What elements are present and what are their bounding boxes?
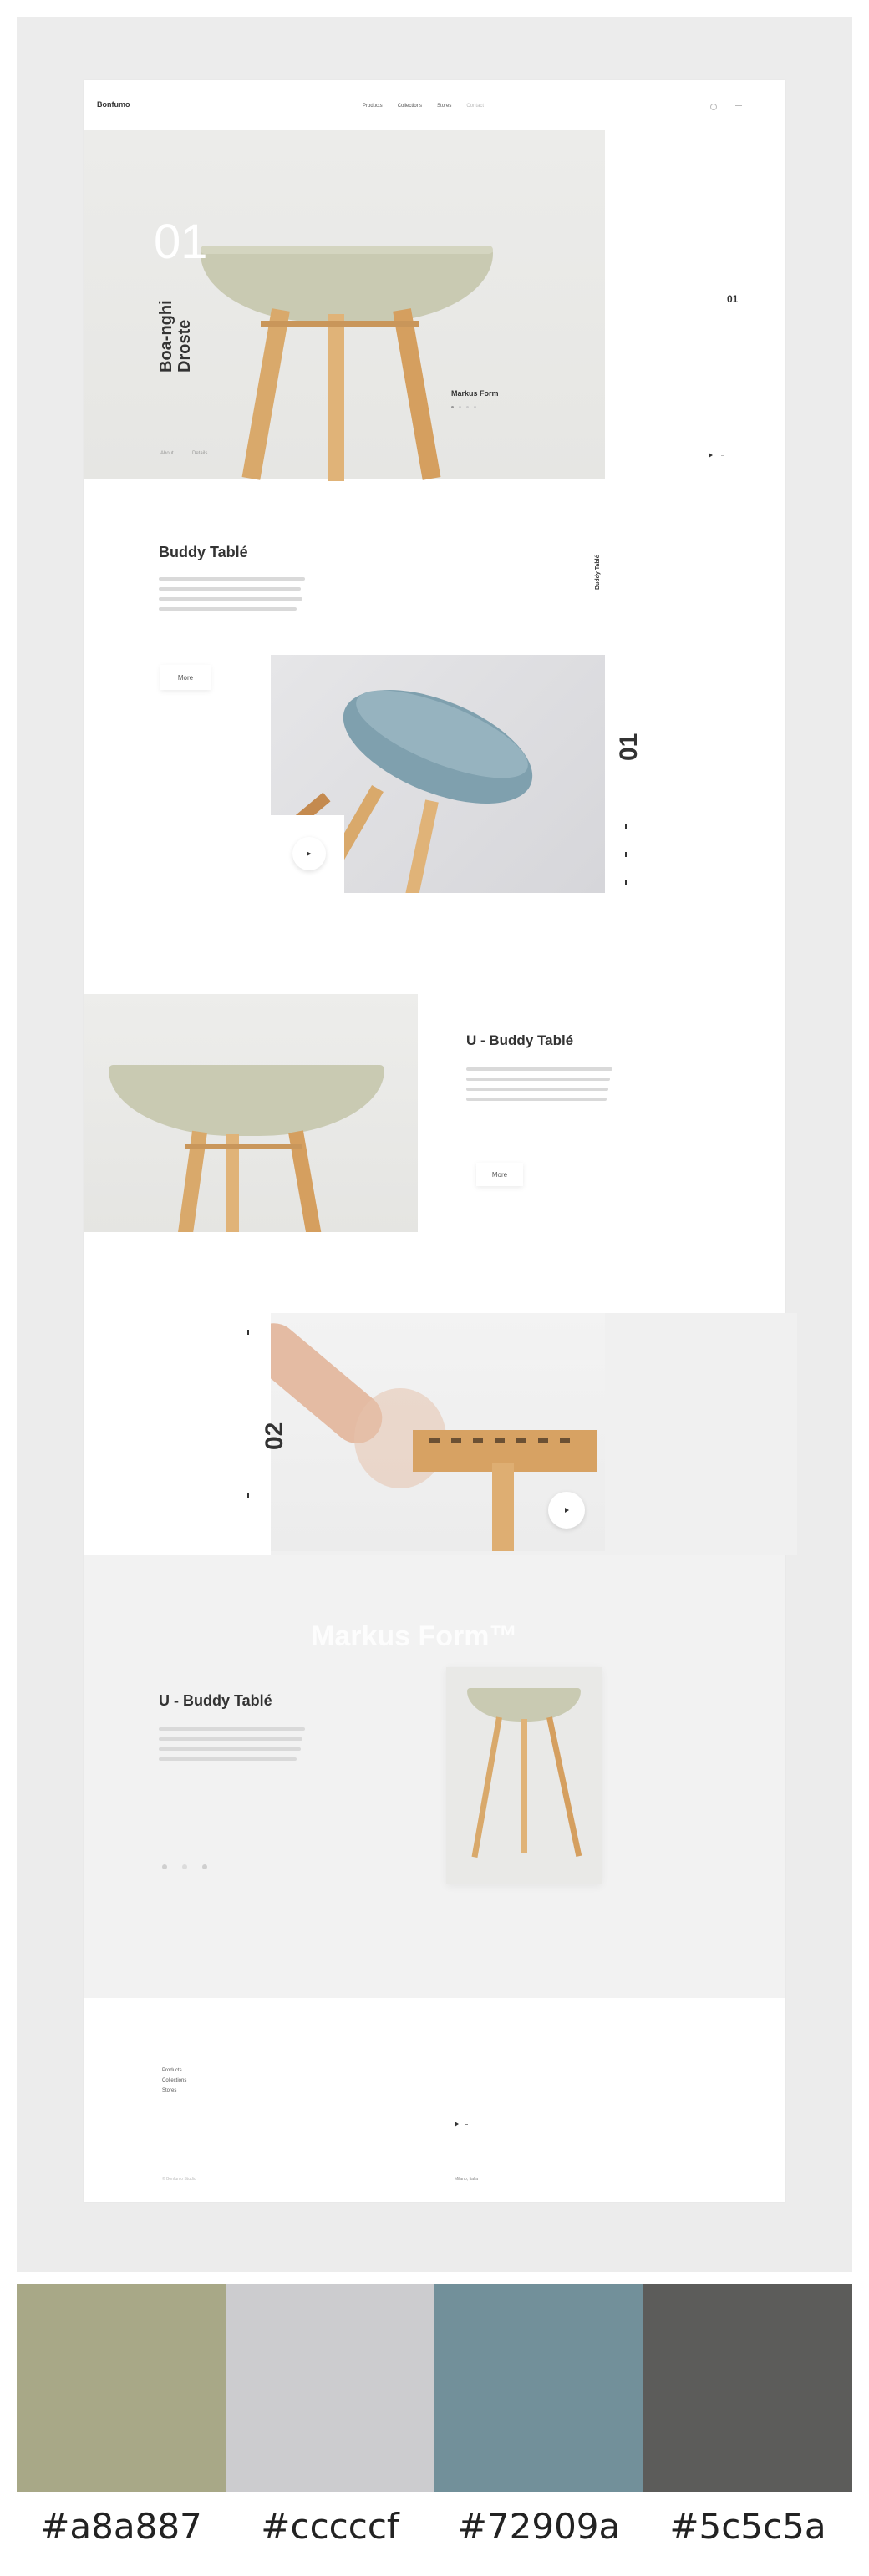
palette-label-1: #a8a887: [40, 2506, 202, 2547]
hero-number: 01: [154, 215, 208, 269]
hero-designer: Markus Form: [451, 389, 499, 398]
hero-caption-left[interactable]: About: [160, 451, 174, 456]
arrow-down-icon[interactable]: [247, 1493, 249, 1498]
palette-swatch-1: [17, 2284, 226, 2492]
hero-image: 01 Boa-nghi Droste Markus Form About Det…: [84, 130, 605, 481]
palette-label-2: #cccccf: [261, 2506, 399, 2547]
section1-play-button[interactable]: ▶: [292, 837, 326, 870]
palette-label-4: #5c5c5a: [669, 2506, 826, 2547]
section1-title: Buddy Tablé: [159, 544, 248, 560]
section1-side-number: 01: [615, 733, 643, 761]
section4-title: U - Buddy Tablé: [159, 1692, 272, 1709]
section3-number: 02: [261, 1422, 288, 1450]
section3-number-wrap: 02: [261, 1400, 288, 1450]
palette-label-3: #72909a: [457, 2506, 621, 2547]
wood-leg: [492, 1463, 514, 1551]
hero-title-vertical: Boa-nghi Droste: [157, 272, 207, 373]
hero-caption-right[interactable]: Details: [192, 451, 207, 456]
footer-link-collections[interactable]: Collections: [162, 2078, 186, 2083]
dot-icon[interactable]: [202, 1864, 207, 1869]
section1-side-arrows[interactable]: [625, 824, 627, 885]
section2-title: U - Buddy Tablé: [466, 1032, 574, 1048]
table-top: [201, 247, 493, 322]
arrow-up-icon[interactable]: [247, 1330, 249, 1335]
site-logo[interactable]: Bonfumo: [97, 100, 130, 109]
section1-paragraph: [159, 577, 305, 611]
nav-item-stores[interactable]: Stores: [437, 104, 451, 109]
table-leg: [403, 799, 439, 893]
table-leg: [393, 308, 441, 480]
section4-product-card: [446, 1667, 602, 1884]
dot-icon[interactable]: [162, 1864, 167, 1869]
section1-more-button[interactable]: More: [160, 665, 211, 690]
section4-dots[interactable]: [162, 1864, 207, 1869]
arrow-down-icon[interactable]: [625, 880, 627, 885]
table-leg: [241, 308, 290, 480]
palette-swatch-2: [226, 2284, 434, 2492]
section1-side-number-wrap: 01: [615, 711, 643, 761]
section2-image: [84, 994, 418, 1232]
hero-title-line2: Droste: [175, 319, 194, 373]
table-leg: [546, 1716, 582, 1858]
section2-paragraph: [466, 1067, 612, 1101]
arrow-right-icon: [564, 1508, 569, 1513]
section3-arrow-button[interactable]: [548, 1492, 585, 1529]
table-top: [109, 1065, 384, 1136]
menu-icon[interactable]: [735, 105, 742, 106]
table-top: [467, 1688, 581, 1722]
section3-side-arrows[interactable]: [247, 1330, 249, 1498]
section1-vertical-label-wrap: Buddy Tablé: [595, 523, 605, 590]
table-leg-brace: [185, 1144, 302, 1149]
table-top-rim: [201, 246, 493, 254]
section4-watermark: Markus Form™: [311, 1620, 518, 1652]
footer-copyright: © Bonfumo Studio: [162, 2177, 196, 2182]
table-leg: [328, 314, 344, 481]
palette-swatch-4: [643, 2284, 852, 2492]
hero-arrow-nav[interactable]: [709, 453, 724, 458]
table-leg-brace: [261, 321, 419, 327]
table-leg: [471, 1716, 502, 1858]
footer-play-icons[interactable]: [455, 2122, 468, 2127]
footer-link-products[interactable]: Products: [162, 2068, 186, 2073]
palette-swatch-3: [434, 2284, 643, 2492]
nav-item-products[interactable]: Products: [363, 104, 383, 109]
hero-title-line1: Boa-nghi: [157, 300, 175, 373]
hero-side-number: 01: [727, 293, 739, 305]
wood-rail-mark: [429, 1438, 572, 1443]
section1-vertical-label: Buddy Tablé: [595, 555, 601, 590]
nav-item-collections[interactable]: Collections: [398, 104, 422, 109]
nav-item-contact[interactable]: Contact: [466, 104, 484, 109]
arrow-up-icon[interactable]: [625, 824, 627, 829]
arrow-right-icon[interactable]: [455, 2122, 459, 2127]
search-icon[interactable]: [710, 104, 717, 110]
hero-dots: [451, 406, 476, 408]
arrow-right-icon[interactable]: [709, 453, 713, 458]
dot-icon[interactable]: [182, 1864, 187, 1869]
footer-links: Products Collections Stores: [162, 2068, 186, 2093]
footer-address: Milano, Italia: [455, 2177, 479, 2182]
section4-paragraph: [159, 1727, 305, 1761]
footer-link-stores[interactable]: Stores: [162, 2088, 186, 2093]
main-nav: Products Collections Stores Contact: [363, 104, 484, 109]
website-page: Bonfumo Products Collections Stores Cont…: [84, 80, 797, 2202]
section2-more-button[interactable]: More: [476, 1163, 523, 1186]
table-leg: [521, 1719, 527, 1853]
arrow-mid-icon[interactable]: [625, 852, 627, 857]
